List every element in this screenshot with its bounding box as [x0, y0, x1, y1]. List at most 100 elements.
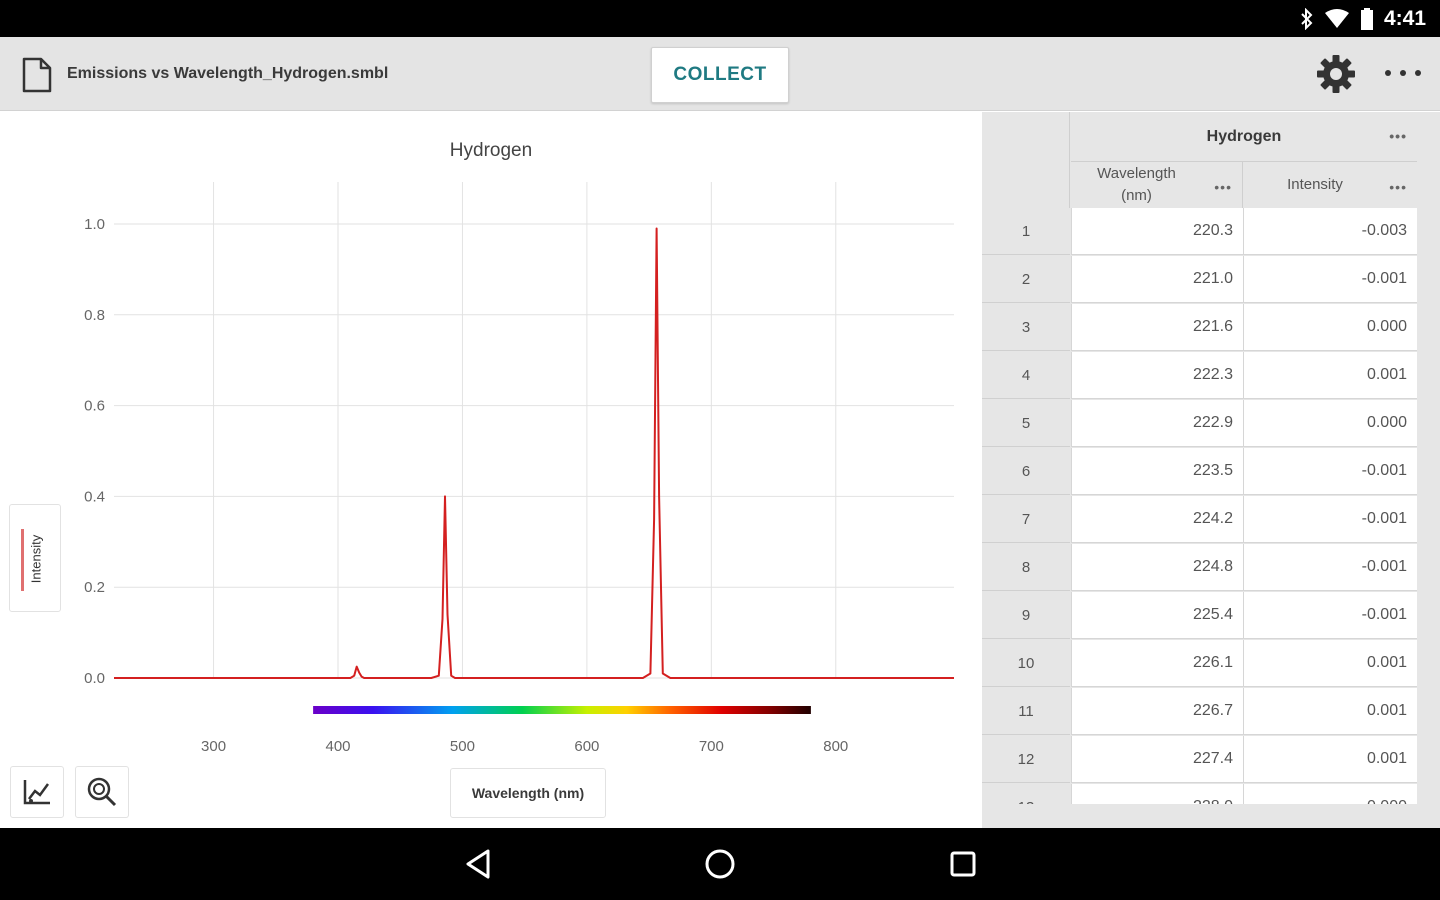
graph-options-icon [23, 780, 50, 805]
table-row[interactable]: 9 225.4 -0.001 [982, 592, 1417, 640]
row-index: 12 [982, 736, 1070, 783]
column-header-wavelength[interactable]: Wavelength (nm) ••• [1071, 162, 1243, 208]
intensity-cell[interactable]: -0.001 [1243, 448, 1417, 495]
intensity-cell[interactable]: -0.001 [1243, 544, 1417, 591]
x-tick-label: 300 [201, 738, 226, 755]
wavelength-cell[interactable]: 223.5 [1071, 448, 1243, 495]
row-index: 9 [982, 592, 1070, 639]
zoom-icon [87, 777, 117, 807]
table-row[interactable]: 1 220.3 -0.003 [982, 208, 1417, 256]
wavelength-cell[interactable]: 226.7 [1071, 688, 1243, 735]
y-axis-label: Intensity [28, 534, 44, 584]
row-index: 4 [982, 352, 1070, 399]
intensity-cell[interactable]: 0.001 [1243, 736, 1417, 783]
column-more-icon[interactable]: ••• [1389, 176, 1407, 198]
intensity-cell[interactable]: 0.001 [1243, 352, 1417, 399]
wavelength-cell[interactable]: 220.3 [1071, 208, 1243, 255]
wavelength-cell[interactable]: 228.0 [1071, 784, 1243, 804]
row-index: 3 [982, 304, 1070, 351]
wavelength-cell[interactable]: 225.4 [1071, 592, 1243, 639]
table-row[interactable]: 7 224.2 -0.001 [982, 496, 1417, 544]
table-corner [982, 112, 1070, 208]
intensity-cell[interactable]: -0.001 [1243, 592, 1417, 639]
row-index: 2 [982, 256, 1070, 303]
table-row[interactable]: 6 223.5 -0.001 [982, 448, 1417, 496]
home-icon[interactable] [700, 844, 740, 884]
gear-icon[interactable] [1316, 54, 1356, 94]
y-tick-label: 1.0 [84, 216, 105, 233]
table-body[interactable]: 1 220.3 -0.003 2 221.0 -0.001 3 221.6 0.000 4 222.… [982, 208, 1440, 804]
table-row[interactable]: 8 224.8 -0.001 [982, 544, 1417, 592]
table-row[interactable]: 5 222.9 0.000 [982, 400, 1417, 448]
x-tick-label: 800 [823, 738, 848, 755]
table-row[interactable]: 11 226.7 0.001 [982, 688, 1417, 736]
file-name: Emissions vs Wavelength_Hydrogen.smbl [67, 65, 389, 82]
table-row[interactable]: 4 222.3 0.001 [982, 352, 1417, 400]
status-time: 4:41 [1383, 7, 1426, 30]
series-line [114, 227, 954, 679]
row-index: 11 [982, 688, 1070, 735]
wavelength-cell[interactable]: 227.4 [1071, 736, 1243, 783]
chart-title: Hydrogen [450, 140, 532, 161]
y-tick-label: 0.6 [84, 398, 105, 415]
recents-icon[interactable] [943, 844, 983, 884]
intensity-cell[interactable]: -0.000 [1243, 784, 1417, 804]
wifi-icon [1324, 9, 1349, 28]
table-row[interactable]: 10 226.1 0.001 [982, 640, 1417, 688]
x-tick-label: 600 [574, 738, 599, 755]
table-dataset-title: Hydrogen [1206, 127, 1282, 145]
wavelength-cell[interactable]: 226.1 [1071, 640, 1243, 687]
zoom-button[interactable] [75, 766, 129, 818]
table-dataset-header[interactable]: Hydrogen ••• [1071, 112, 1417, 162]
bluetooth-icon [1301, 8, 1313, 30]
visible-spectrum-bar [313, 706, 811, 714]
table-row[interactable]: 12 227.4 0.001 [982, 736, 1417, 784]
navigation-bar [0, 828, 1440, 900]
wavelength-cell[interactable]: 222.3 [1071, 352, 1243, 399]
spectrum-chart[interactable]: 300 400 500 600 700 800 0.0 0.2 0.4 0.6 0.8 1.0 Hyd… [0, 112, 982, 828]
file-icon [22, 57, 52, 93]
battery-icon [1360, 8, 1373, 30]
app-toolbar: Emissions vs Wavelength_Hydrogen.smbl CO… [0, 37, 1440, 111]
column-header-label: Wavelength (nm) [1097, 165, 1176, 204]
intensity-cell[interactable]: -0.001 [1243, 256, 1417, 303]
intensity-cell[interactable]: 0.000 [1243, 400, 1417, 447]
table-row[interactable]: 2 221.0 -0.001 [982, 256, 1417, 304]
wavelength-cell[interactable]: 221.0 [1071, 256, 1243, 303]
x-tick-label: 500 [450, 738, 475, 755]
row-index: 6 [982, 448, 1070, 495]
dataset-more-icon[interactable]: ••• [1389, 128, 1407, 144]
collect-button[interactable]: COLLECT [651, 47, 789, 103]
back-icon[interactable] [458, 844, 498, 884]
wavelength-cell[interactable]: 222.9 [1071, 400, 1243, 447]
row-index: 1 [982, 208, 1070, 255]
status-bar: 4:41 [0, 0, 1440, 37]
column-more-icon[interactable]: ••• [1214, 176, 1232, 198]
graph-options-button[interactable] [10, 766, 64, 818]
wavelength-cell[interactable]: 224.2 [1071, 496, 1243, 543]
table-row[interactable]: 13228.0-0.000 [982, 784, 1417, 804]
graph-panel: 300 400 500 600 700 800 0.0 0.2 0.4 0.6 0.8 1.0 Hyd… [0, 112, 982, 828]
data-table: Hydrogen ••• Wavelength (nm) ••• Intensi… [982, 112, 1440, 828]
wavelength-cell[interactable]: 221.6 [1071, 304, 1243, 351]
intensity-cell[interactable]: 0.000 [1243, 304, 1417, 351]
x-tick-label: 400 [325, 738, 350, 755]
intensity-cell[interactable]: -0.001 [1243, 496, 1417, 543]
y-axis-button[interactable]: Intensity [9, 504, 61, 612]
x-tick-label: 700 [699, 738, 724, 755]
y-tick-label: 0.8 [84, 307, 105, 324]
row-index: 13 [982, 784, 1070, 804]
x-axis-button[interactable]: Wavelength (nm) [450, 768, 606, 818]
intensity-cell[interactable]: -0.003 [1243, 208, 1417, 255]
column-header-label: Intensity [1287, 176, 1343, 193]
table-row[interactable]: 3 221.6 0.000 [982, 304, 1417, 352]
row-index: 10 [982, 640, 1070, 687]
intensity-cell[interactable]: 0.001 [1243, 640, 1417, 687]
wavelength-cell[interactable]: 224.8 [1071, 544, 1243, 591]
status-icons: 4:41 [1300, 6, 1426, 32]
intensity-cell[interactable]: 0.001 [1243, 688, 1417, 735]
more-icon[interactable] [1384, 65, 1422, 81]
column-header-intensity[interactable]: Intensity ••• [1243, 162, 1417, 208]
row-index: 8 [982, 544, 1070, 591]
y-tick-label: 0.0 [84, 670, 105, 687]
